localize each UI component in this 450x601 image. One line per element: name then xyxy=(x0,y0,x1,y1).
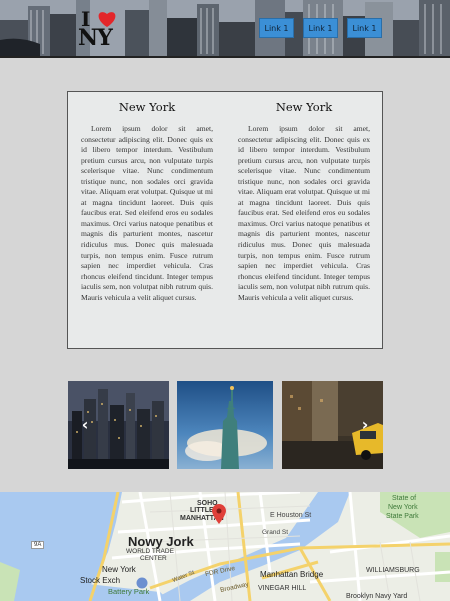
map-label-wtc-2: CENTER xyxy=(140,555,167,562)
column-right: New York Lorem ipsum dolor sit amet, con… xyxy=(238,100,370,303)
map-label-wtc-1: WORLD TRADE xyxy=(126,548,174,555)
nav-link-3-button[interactable]: Link 1 xyxy=(347,18,382,38)
map-route-shield: 9A xyxy=(31,541,45,549)
carousel-next-button[interactable]: › xyxy=(358,415,372,435)
column-left: New York Lorem ipsum dolor sit amet, con… xyxy=(81,100,213,303)
column-title: New York xyxy=(275,100,333,114)
column-text: Lorem ipsum dolor sit amet, consectetur … xyxy=(238,124,370,302)
subway-icon xyxy=(136,577,148,589)
map-label-nowy-jork: Nowy Jork xyxy=(128,534,194,549)
chevron-right-icon: › xyxy=(361,415,369,434)
map-label-manhattan-bridge: Manhattan Bridge xyxy=(260,570,324,579)
nav-link-2-button[interactable]: Link 1 xyxy=(303,18,338,38)
map-marker-icon[interactable] xyxy=(212,504,226,524)
carousel-image-statue-of-liberty xyxy=(177,381,273,469)
content-card: New York Lorem ipsum dolor sit amet, con… xyxy=(67,91,383,349)
map-label-state-park-1: State of xyxy=(392,495,417,502)
carousel-prev-button[interactable]: ‹ xyxy=(78,415,92,435)
map-view[interactable]: SOHO LITTLE MANHATTAN E Houston St Grand… xyxy=(0,492,450,601)
column-title: New York xyxy=(118,100,176,114)
map-label-state-park-2: New York xyxy=(388,504,418,511)
chevron-left-icon: ‹ xyxy=(81,415,89,434)
map-label-little: LITTLE xyxy=(190,507,214,514)
map-label-new-york: New York xyxy=(102,565,136,574)
city-skyline-background xyxy=(0,0,450,56)
image-carousel: ‹ › xyxy=(68,381,383,469)
map-label-grand: Grand St xyxy=(262,529,289,536)
logo-letters-ny: NY xyxy=(78,25,113,51)
i-love-ny-logo[interactable]: I NY xyxy=(78,7,124,51)
header-banner: I NY Link 1 Link 1 Link 1 xyxy=(0,0,450,58)
map-label-houston: E Houston St xyxy=(270,512,312,519)
map-label-stock-exchange: Stock Exch xyxy=(80,576,121,585)
map-label-williamsburg: WILLIAMSBURG xyxy=(366,567,420,574)
map-label-brooklyn-navy-yard: Brooklyn Navy Yard xyxy=(346,593,408,600)
map-label-vinegar-hill: VINEGAR HILL xyxy=(258,585,307,592)
map-label-state-park-3: State Park xyxy=(386,513,419,520)
nav-link-1-button[interactable]: Link 1 xyxy=(259,18,294,38)
column-text: Lorem ipsum dolor sit amet, consectetur … xyxy=(81,124,213,302)
